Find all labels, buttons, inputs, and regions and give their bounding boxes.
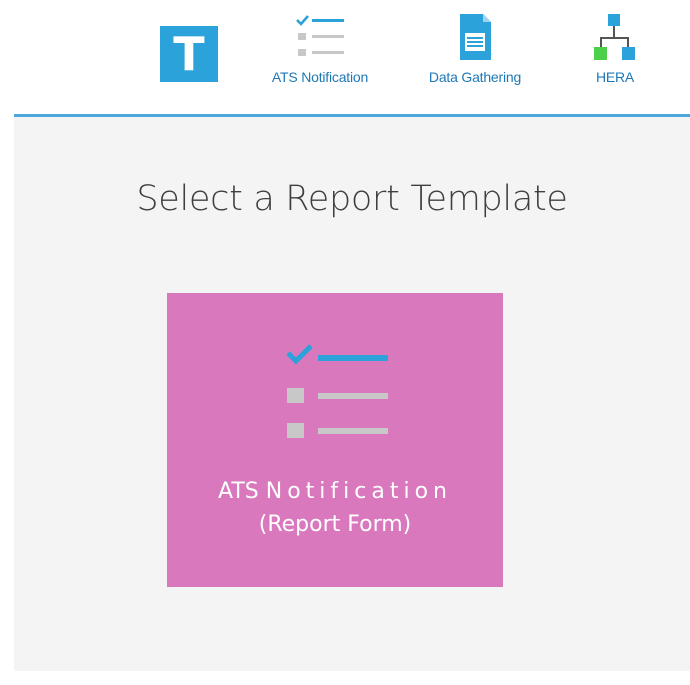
nav-item-hera[interactable]: HERA	[580, 10, 650, 100]
top-navigation-bar: T ATS Notification Data Gathering HERA	[0, 0, 690, 114]
logo-letter: T	[173, 27, 205, 81]
nav-label-hera: HERA	[595, 69, 635, 85]
document-icon	[455, 10, 495, 64]
main-content: Select a Report Template ATS Notificatio…	[14, 117, 690, 671]
nav-label-ats-notification: ATS Notification	[271, 69, 369, 85]
tile-title: ATS Notification	[167, 479, 503, 504]
checklist-icon	[285, 343, 391, 439]
app-window: T ATS Notification Data Gathering HERA S…	[0, 0, 690, 685]
tile-subtitle: (Report Form)	[258, 512, 412, 537]
checklist-icon	[291, 10, 349, 64]
nav-label-data-gathering: Data Gathering	[428, 69, 522, 85]
nav-item-data-gathering[interactable]: Data Gathering	[410, 10, 540, 100]
tile-title-prefix: ATS	[218, 479, 259, 504]
hierarchy-icon	[592, 10, 638, 64]
app-logo[interactable]: T	[160, 26, 218, 82]
nav-item-ats-notification[interactable]: ATS Notification	[255, 10, 385, 100]
tile-title-spaced: Notification	[265, 479, 452, 504]
template-tile-ats-notification[interactable]: ATS Notification (Report Form)	[167, 293, 503, 587]
page-title: Select a Report Template	[136, 179, 568, 219]
